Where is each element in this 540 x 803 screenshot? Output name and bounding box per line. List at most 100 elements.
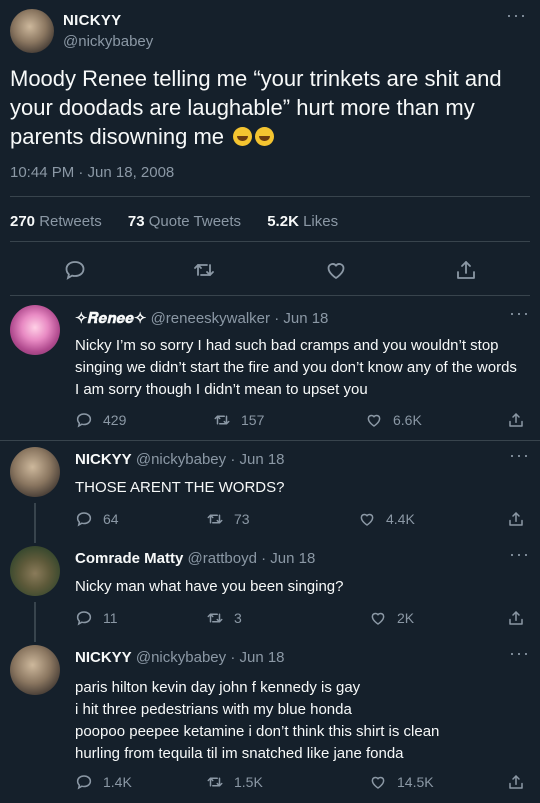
like-button[interactable]: 6.6K (365, 411, 422, 429)
reply-text: THOSE ARENT THE WORDS? (75, 479, 285, 496)
retweet-count: 73 (234, 511, 250, 527)
like-count: 4.4K (386, 511, 415, 527)
retweet-icon (207, 613, 223, 623)
reply-date[interactable]: · Jun 18 (274, 310, 328, 327)
like-count: 6.6K (393, 412, 422, 428)
like-button[interactable]: 2K (369, 609, 414, 627)
more-options-icon[interactable]: ··· (509, 545, 530, 563)
reply-action-bar: 64 73 4.4K (0, 510, 540, 530)
share-button[interactable] (507, 510, 525, 528)
more-options-icon[interactable]: ··· (509, 644, 530, 662)
retweet-icon (207, 777, 223, 787)
retweet-count: 157 (241, 412, 265, 428)
divider (10, 241, 530, 242)
avatar[interactable] (10, 645, 60, 695)
like-icon (367, 414, 381, 427)
lyric-line: i hit three pedestrians with my blue hon… (75, 701, 352, 718)
retweet-count: 1.5K (234, 774, 263, 790)
retweet-count: 3 (234, 610, 242, 626)
reply-count: 429 (103, 412, 127, 428)
author-handle[interactable]: @rattboyd (188, 550, 257, 567)
lyric-line: hurling from tequila til im snatched lik… (75, 745, 404, 762)
share-icon (509, 611, 523, 625)
like-count: 14.5K (397, 774, 434, 790)
reply-header: ✧𝑹𝒆𝒏𝒆𝒆✧ @reneeskywalker · Jun 18 (75, 309, 328, 327)
reply-text: Nicky I’m so sorry I had such bad cramps… (75, 337, 517, 398)
reply-icon (76, 512, 92, 527)
likes-stat[interactable]: 5.2K Likes (267, 213, 338, 230)
reply-date[interactable]: · Jun 18 (230, 649, 284, 666)
author-handle[interactable]: @nickybabey (136, 649, 226, 666)
reply-text: Nicky man what have you been singing? (75, 578, 344, 595)
author-name[interactable]: Comrade Matty (75, 550, 183, 567)
like-count: 2K (397, 610, 415, 626)
reply-header: NICKYY @nickybabey · Jun 18 (75, 649, 285, 666)
share-icon (509, 775, 523, 789)
divider (10, 196, 530, 197)
share-icon (509, 512, 523, 526)
reply-icon[interactable] (63, 258, 87, 282)
reply-button[interactable]: 11 (75, 609, 118, 627)
reply-icon (76, 775, 92, 790)
crying-face-icon (233, 127, 253, 146)
reply-icon (76, 611, 92, 626)
retweet-button[interactable]: 157 (213, 411, 264, 429)
like-icon (371, 612, 385, 625)
like-button[interactable]: 4.4K (358, 510, 415, 528)
reply-count: 1.4K (103, 774, 132, 790)
like-icon (371, 776, 385, 789)
quote-tweets-stat[interactable]: 73 Quote Tweets (128, 213, 241, 230)
share-button[interactable] (507, 411, 525, 429)
reply-count: 64 (103, 511, 119, 527)
reply-action-bar: 1.4K 1.5K 14.5K (0, 773, 540, 793)
retweet-button[interactable]: 1.5K (206, 773, 263, 791)
reply-action-bar: 429 157 6.6K (0, 411, 540, 431)
author-handle[interactable]: @reneeskywalker (151, 310, 270, 327)
crying-face-icon (255, 127, 275, 146)
retweet-button[interactable]: 3 (206, 609, 242, 627)
author-name[interactable]: NICKYY (75, 451, 132, 468)
more-options-icon[interactable]: ··· (509, 446, 530, 464)
lyric-line: poopoo peepee ketamine i don’t think thi… (75, 723, 440, 740)
reply-icon (76, 413, 92, 428)
lyric-line: paris hilton kevin day john f kennedy is… (75, 679, 361, 696)
reply-date[interactable]: · Jun 18 (230, 451, 284, 468)
share-button[interactable] (507, 773, 525, 791)
retweets-stat[interactable]: 270 Retweets (10, 213, 102, 230)
divider (10, 295, 530, 296)
author-name[interactable]: ✧𝑹𝒆𝒏𝒆𝒆✧ (75, 310, 146, 327)
avatar[interactable] (10, 546, 60, 596)
share-icon[interactable] (454, 258, 478, 282)
reply-header: NICKYY @nickybabey · Jun 18 (75, 451, 285, 468)
avatar[interactable] (10, 305, 60, 355)
author-handle[interactable]: @nickybabey (136, 451, 226, 468)
reply-header: Comrade Matty @rattboyd · Jun 18 (75, 550, 315, 567)
reply-count: 11 (103, 610, 118, 626)
more-options-icon[interactable]: ··· (506, 6, 527, 24)
reply-action-bar: 11 3 2K (0, 609, 540, 629)
author-handle[interactable]: @nickybabey (63, 33, 153, 50)
author-name[interactable]: NICKYY (75, 649, 132, 666)
avatar[interactable] (10, 447, 60, 497)
avatar[interactable] (10, 9, 54, 53)
retweet-button[interactable]: 73 (206, 510, 250, 528)
more-options-icon[interactable]: ··· (509, 304, 530, 322)
reply-button[interactable]: 1.4K (75, 773, 132, 791)
tweet-timestamp[interactable]: 10:44 PM · Jun 18, 2008 (10, 164, 174, 181)
tweet-text: Moody Renee telling me “your trinkets ar… (10, 64, 530, 151)
reply-text: paris hilton kevin day john f kennedy is… (75, 677, 520, 765)
reply-button[interactable]: 429 (75, 411, 126, 429)
retweet-icon[interactable] (192, 258, 216, 282)
reply-date[interactable]: · Jun 18 (261, 550, 315, 567)
tweet-stats: 270 Retweets 73 Quote Tweets 5.2K Likes (10, 213, 360, 230)
reply-button[interactable]: 64 (75, 510, 119, 528)
divider (0, 440, 540, 441)
retweet-icon (214, 415, 230, 425)
author-name[interactable]: NICKYY (63, 12, 121, 29)
retweet-icon (207, 514, 223, 524)
like-icon (360, 513, 374, 526)
like-icon[interactable] (324, 258, 348, 282)
share-button[interactable] (507, 609, 525, 627)
main-action-bar (0, 258, 540, 282)
like-button[interactable]: 14.5K (369, 773, 434, 791)
